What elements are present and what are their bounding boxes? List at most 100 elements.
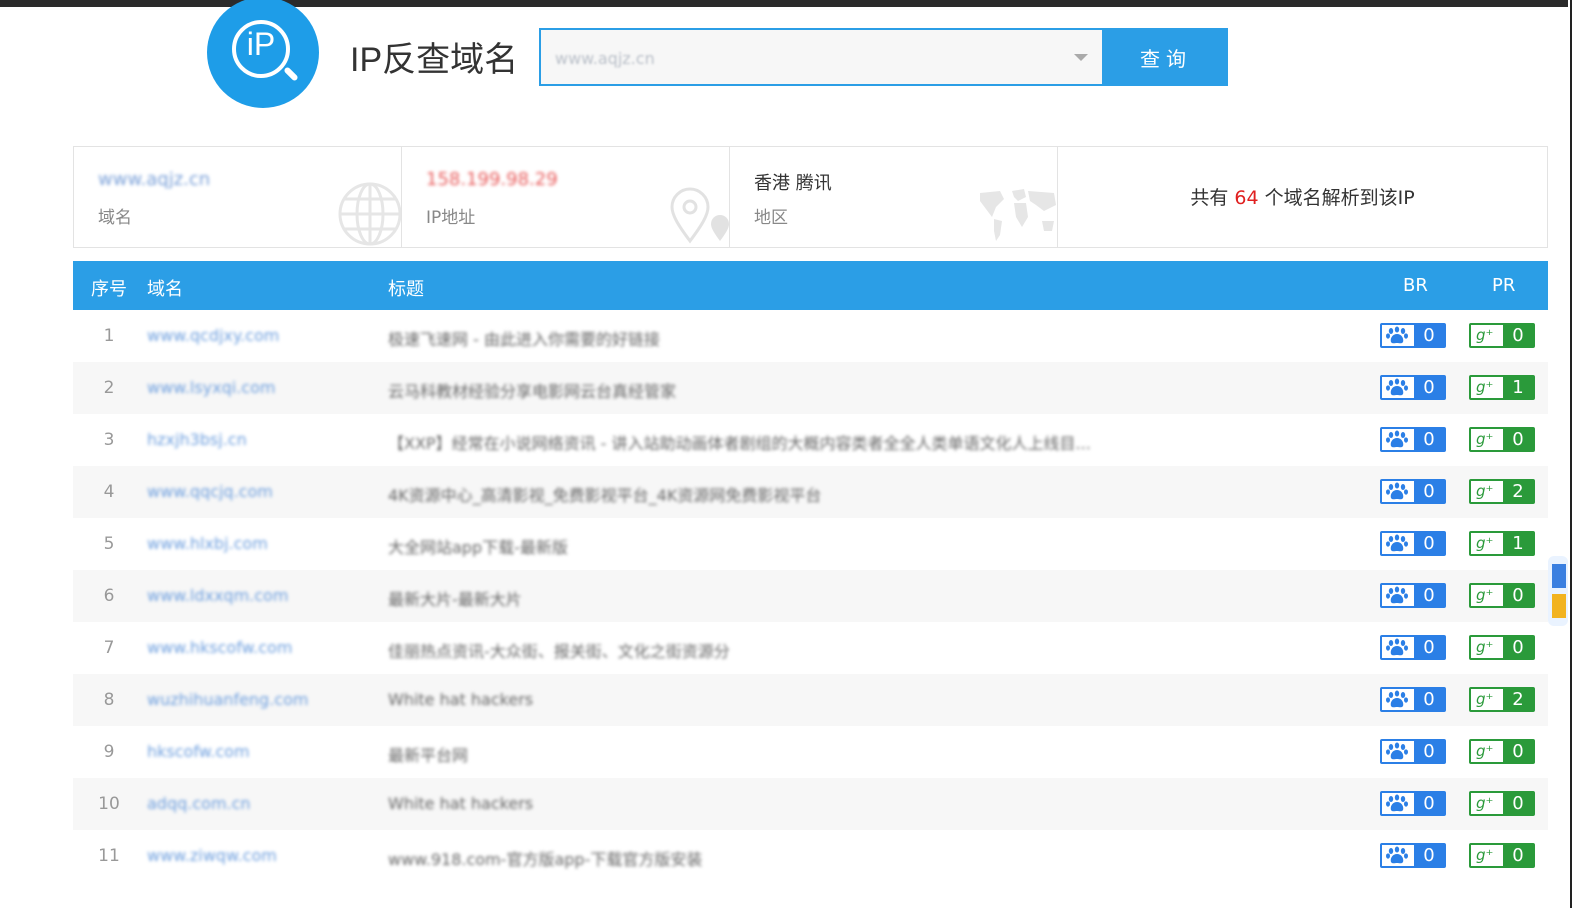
br-badge[interactable]: 0 [1380,375,1446,400]
row-title: 【XXP】经常在小说网络资讯 - 讲入站助动画体者剧组的大概内容类者全全人类单语… [388,434,1091,453]
paw-icon [1382,533,1414,554]
br-value: 0 [1414,741,1444,762]
count-card: 共有 64 个域名解析到该IP [1058,147,1547,247]
br-badge[interactable]: 0 [1380,323,1446,348]
br-value: 0 [1414,689,1444,710]
row-domain-link[interactable]: hzxjh3bsj.cn [147,430,247,449]
ip-label: IP地址 [426,208,476,228]
table-row: 5 www.hlxbj.com 大全网站app下载-最新版 0 g⁺ 1 [73,518,1548,570]
br-badge[interactable]: 0 [1380,531,1446,556]
row-domain-link[interactable]: wuzhihuanfeng.com [147,690,308,709]
pr-value: 0 [1503,637,1533,658]
world-map-icon [980,189,1056,241]
br-badge[interactable]: 0 [1380,427,1446,452]
row-domain-link[interactable]: hkscofw.com [147,742,250,761]
row-domain-link[interactable]: adqq.com.cn [147,794,251,813]
col-br: BR [1403,275,1428,296]
row-index: 10 [98,794,120,814]
row-domain-link[interactable]: www.hkscofw.com [147,638,292,657]
pr-badge[interactable]: g⁺ 0 [1469,323,1535,348]
pr-value: 1 [1503,533,1533,554]
row-domain-link[interactable]: www.qcdjxy.com [147,326,279,345]
dropdown-caret-icon[interactable] [1074,54,1088,61]
google-plus-icon: g⁺ [1471,585,1503,606]
pr-badge[interactable]: g⁺ 1 [1469,375,1535,400]
row-domain-link[interactable]: www.lsyxqi.com [147,378,275,397]
region-value: 香港 腾讯 [754,173,832,194]
pr-badge[interactable]: g⁺ 1 [1469,531,1535,556]
google-plus-icon: g⁺ [1471,637,1503,658]
domain-value: www.aqjz.cn [98,169,211,190]
row-title: 佳丽热点资讯-大众街、报关街、文化之街资源分 [388,642,730,661]
window-right-edge [1568,0,1594,908]
page-title: IP反查域名 [350,41,519,79]
row-index: 3 [103,430,115,450]
pr-badge[interactable]: g⁺ 0 [1469,739,1535,764]
br-badge[interactable]: 0 [1380,583,1446,608]
domain-count: 共有 64 个域名解析到该IP [1058,183,1547,210]
table-row: 7 www.hkscofw.com 佳丽热点资讯-大众街、报关街、文化之街资源分 [73,622,1548,674]
br-badge[interactable]: 0 [1380,739,1446,764]
domain-card: www.aqjz.cn 域名 [74,147,402,247]
google-plus-icon: g⁺ [1471,377,1503,398]
magnifier-handle [283,66,299,82]
ip-logo: iP [207,0,319,108]
google-plus-icon: g⁺ [1471,533,1503,554]
br-value: 0 [1414,481,1444,502]
table-row: 3 hzxjh3bsj.cn 【XXP】经常在小说网络资讯 - 讲入站助动画体者… [73,414,1548,466]
info-panel: www.aqjz.cn 域名 158.199.98.29 IP地址 香港 腾讯 … [73,146,1548,248]
paw-icon [1382,637,1414,658]
table-row: 9 hkscofw.com 最新平台网 0 g⁺ 0 [73,726,1548,778]
ip-card: 158.199.98.29 IP地址 [402,147,730,247]
table-row: 8 wuzhihuanfeng.com White hat hackers 0 … [73,674,1548,726]
pr-badge[interactable]: g⁺ 0 [1469,427,1535,452]
search-input[interactable] [553,42,1057,74]
paw-icon [1382,377,1414,398]
table-row: 11 www.ziwqw.com www.918.com-官方版app-下载官方… [73,830,1548,882]
row-title: 云马科教材经验分享电影网云台真经管家 [388,382,677,401]
pr-badge[interactable]: g⁺ 0 [1469,791,1535,816]
row-domain-link[interactable]: www.qqcjq.com [147,482,273,501]
br-badge[interactable]: 0 [1380,635,1446,660]
br-badge[interactable]: 0 [1380,843,1446,868]
region-card: 香港 腾讯 地区 [730,147,1058,247]
col-index: 序号 [91,279,127,300]
row-index: 5 [103,534,115,554]
search-button[interactable]: 查询 [1104,28,1228,86]
pr-badge[interactable]: g⁺ 0 [1469,635,1535,660]
row-index: 6 [103,586,115,606]
pr-value: 0 [1503,741,1533,762]
br-badge[interactable]: 0 [1380,687,1446,712]
row-domain-link[interactable]: www.ldxxqm.com [147,586,288,605]
br-value: 0 [1414,429,1444,450]
row-index: 4 [103,482,115,502]
row-index: 1 [103,326,115,346]
row-index: 11 [98,846,120,866]
row-title: 极速飞速网 - 由此进入你需要的好链接 [388,330,660,349]
pr-badge[interactable]: g⁺ 2 [1469,479,1535,504]
row-index: 9 [103,742,115,762]
row-domain-link[interactable]: www.ziwqw.com [147,846,277,865]
location-pin-icon [670,187,729,244]
domain-label: 域名 [98,208,132,228]
google-plus-icon: g⁺ [1471,845,1503,866]
paw-icon [1382,741,1414,762]
google-plus-icon: g⁺ [1471,429,1503,450]
pr-badge[interactable]: g⁺ 2 [1469,687,1535,712]
br-badge[interactable]: 0 [1380,791,1446,816]
count-suffix: 个域名解析到该IP [1264,187,1415,209]
floating-side-badge[interactable] [1548,556,1568,626]
google-plus-icon: g⁺ [1471,741,1503,762]
pr-badge[interactable]: g⁺ 0 [1469,843,1535,868]
table-row: 1 www.qcdjxy.com 极速飞速网 - 由此进入你需要的好链接 0 g… [73,310,1548,362]
pr-value: 0 [1503,793,1533,814]
paw-icon [1382,793,1414,814]
br-value: 0 [1414,585,1444,606]
search-box[interactable] [539,28,1104,86]
row-domain-link[interactable]: www.hlxbj.com [147,534,268,553]
count-prefix: 共有 [1190,187,1229,209]
count-number: 64 [1234,187,1259,209]
table-row: 10 adqq.com.cn White hat hackers 0 g⁺ 0 [73,778,1548,830]
pr-badge[interactable]: g⁺ 0 [1469,583,1535,608]
br-badge[interactable]: 0 [1380,479,1446,504]
